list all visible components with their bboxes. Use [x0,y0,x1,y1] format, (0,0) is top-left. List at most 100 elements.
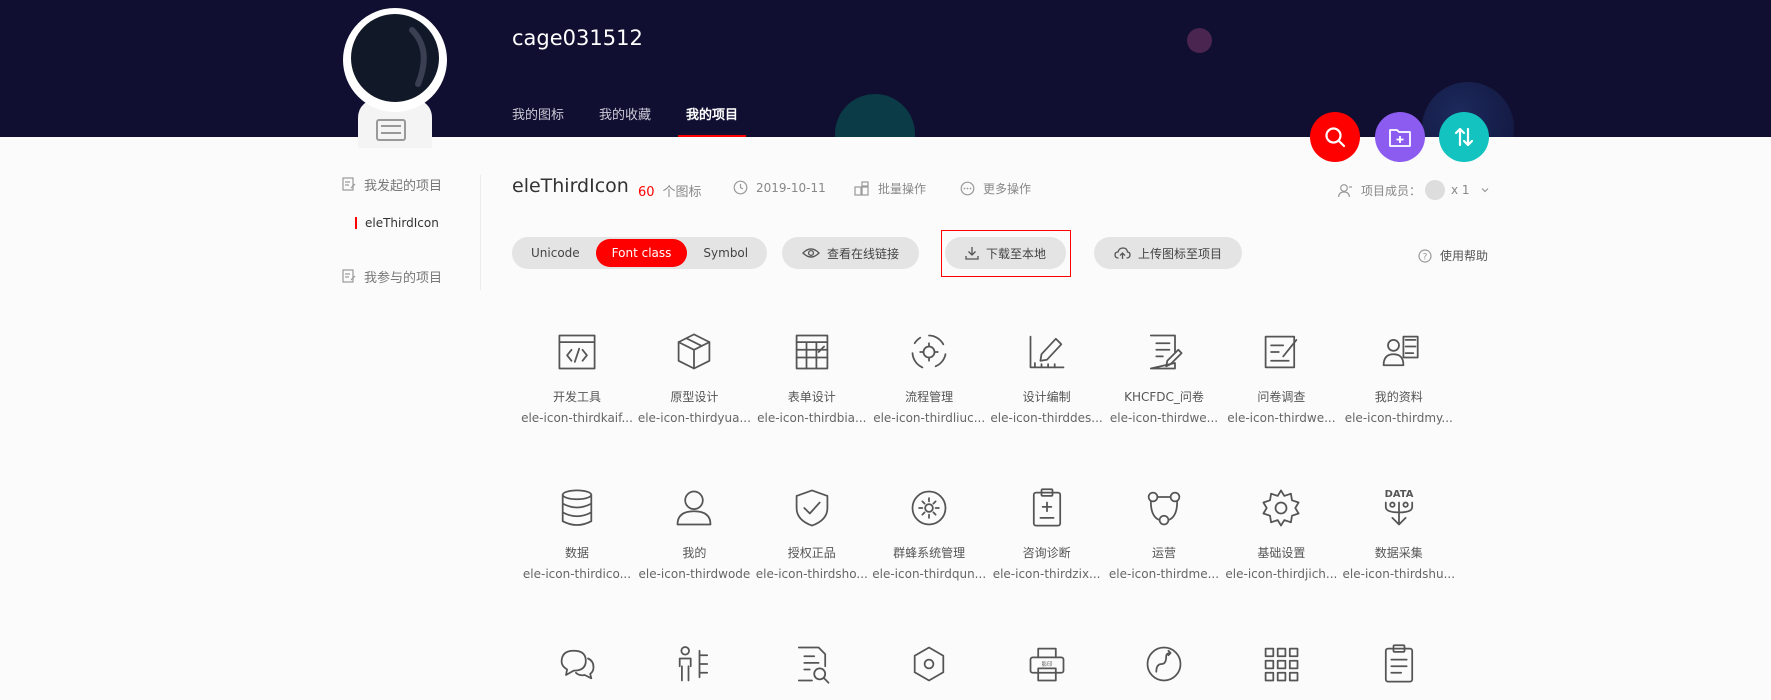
view-online-link-button[interactable]: 查看在线链接 [782,237,920,269]
document-search-icon [797,646,830,684]
icon-card[interactable]: 基础设置 ele-icon-thirdjich... [1222,486,1340,581]
settings-circle-icon [911,490,947,526]
search-button[interactable] [1310,112,1360,162]
icon-card[interactable] [518,642,636,700]
printer-icon: 影印 [1029,647,1064,682]
icon-class-name: ele-icon-thirdwode [638,567,751,581]
data-collect-icon: DATA [1384,489,1414,526]
project-date: 2019-10-11 [733,180,826,195]
decor-circle [835,94,915,137]
mode-unicode[interactable]: Unicode [515,239,596,267]
icon-class-name: ele-icon-thirdbia... [757,411,867,425]
icon-card[interactable] [1222,642,1340,700]
member-avatar [1425,180,1446,200]
process-cycle-icon [911,334,947,369]
icon-name: 基础设置 [1257,546,1306,560]
help-label: 使用帮助 [1440,249,1489,263]
help-link[interactable]: ? 使用帮助 [1418,247,1488,264]
project-date-text: 2019-10-11 [756,180,826,195]
batch-icon [854,181,869,196]
icon-class-name: ele-icon-thirdyua... [637,411,751,425]
icon-class-name: ele-icon-thirdqun... [872,567,987,581]
upload-icon-label: 上传图标至项目 [1138,246,1223,261]
avatar[interactable] [340,8,450,148]
batch-operation-button[interactable]: 批量操作 [854,180,926,197]
icon-count-number: 60 [638,185,655,200]
project-title: eleThirdIcon [512,175,629,197]
clipboard-plus-icon [1032,488,1061,527]
sidebar-group-created[interactable]: 我发起的项目 [342,172,482,196]
icon-card[interactable]: 我的资料 ele-icon-thirdmy... [1340,330,1458,425]
sort-button[interactable] [1439,112,1489,162]
svg-text:影印: 影印 [1041,660,1053,668]
decor-circle [1187,28,1212,53]
icon-card[interactable]: 我的 ele-icon-thirdwode [635,486,753,581]
members-count: x 1 [1451,183,1470,197]
clock-icon [733,180,748,195]
questionnaire-edit-icon [1149,334,1183,370]
sidebar-divider [480,175,481,290]
svg-text:DATA: DATA [1384,489,1413,500]
database-icon [561,489,593,526]
icon-card[interactable]: 问卷调查 ele-icon-thirdwe... [1222,330,1340,425]
icon-card[interactable] [1105,642,1223,700]
chevron-down-icon [1481,188,1489,193]
sidebar-item-elethirdicon[interactable]: eleThirdIcon [355,216,482,230]
form-table-icon [795,334,829,370]
download-local-label: 下载至本地 [986,246,1047,261]
new-project-button[interactable] [1375,112,1425,162]
upload-icon-button[interactable]: 上传图标至项目 [1094,237,1243,269]
icon-card[interactable]: 流程管理 ele-icon-thirdliuc... [870,330,988,425]
edit-doc-icon [342,269,356,283]
question-icon: ? [1418,248,1432,263]
icon-card[interactable]: 影印 [988,642,1106,700]
icon-card[interactable]: 设计编制 ele-icon-thirddes... [988,330,1106,425]
profile-card-icon [1382,335,1419,367]
tab-my-projects[interactable]: 我的项目 [678,104,747,137]
icon-name: 咨询诊断 [1022,546,1071,560]
tab-my-icons[interactable]: 我的图标 [512,104,564,137]
icon-card[interactable]: 原型设计 ele-icon-thirdyua... [635,330,753,425]
icon-name: 我的资料 [1374,390,1423,404]
mode-symbol[interactable]: Symbol [687,239,764,267]
project-sidebar: 我发起的项目 eleThirdIcon 我参与的项目 [342,172,482,288]
members-icon [1337,183,1352,197]
icon-card[interactable]: 开发工具 ele-icon-thirdkaif... [518,330,636,425]
icon-card[interactable]: 运营 ele-icon-thirdme... [1105,486,1223,581]
active-indicator [355,217,357,229]
icon-name: 开发工具 [552,390,601,404]
sidebar-group-joined[interactable]: 我参与的项目 [342,264,482,288]
icon-card[interactable]: 表单设计 ele-icon-thirdbia... [753,330,871,425]
icon-card[interactable] [635,642,753,700]
icon-card[interactable] [753,642,871,700]
icon-name: 运营 [1151,546,1176,560]
icon-class-name: ele-icon-thirdzix... [992,567,1101,581]
more-operation-button[interactable]: 更多操作 [960,180,1031,197]
operation-nodes-icon [1147,491,1181,526]
members-label: 项目成员： [1361,183,1422,198]
project-members[interactable]: 项目成员： x 1 [1337,180,1490,200]
icon-class-name: ele-icon-thirdliuc... [873,411,986,425]
icon-card[interactable]: 群蜂系统管理 ele-icon-thirdqun... [870,486,988,581]
icon-card[interactable]: KHCFDC_问卷 ele-icon-thirdwe... [1105,330,1223,425]
icon-card[interactable]: 数据 ele-icon-thirdico... [518,486,636,581]
more-operation-label: 更多操作 [983,182,1032,196]
profile-tabs: 我的图标 我的收藏 我的项目 [512,104,773,137]
download-local-button[interactable]: 下载至本地 [945,237,1067,269]
icon-card[interactable] [870,642,988,700]
edit-doc-icon [342,177,356,191]
hexagon-icon [914,646,945,682]
icon-count: 60 个图标 [638,181,702,200]
more-icon [960,181,975,196]
folder-add-icon [1389,129,1411,147]
icon-name: 表单设计 [787,390,836,404]
icon-card[interactable]: DATA 数据采集 ele-icon-thirdshu... [1340,486,1458,581]
mode-font-class[interactable]: Font class [595,239,688,267]
tab-my-favorites[interactable]: 我的收藏 [599,104,651,137]
icon-class-name: ele-icon-thirdme... [1108,567,1220,581]
icon-card[interactable]: 授权正品 ele-icon-thirdsho... [753,486,871,581]
user-icon [677,490,712,526]
icon-card[interactable]: 咨询诊断 ele-icon-thirdzix... [988,486,1106,581]
icon-card[interactable] [1340,642,1458,700]
icon-name: 原型设计 [670,390,719,404]
